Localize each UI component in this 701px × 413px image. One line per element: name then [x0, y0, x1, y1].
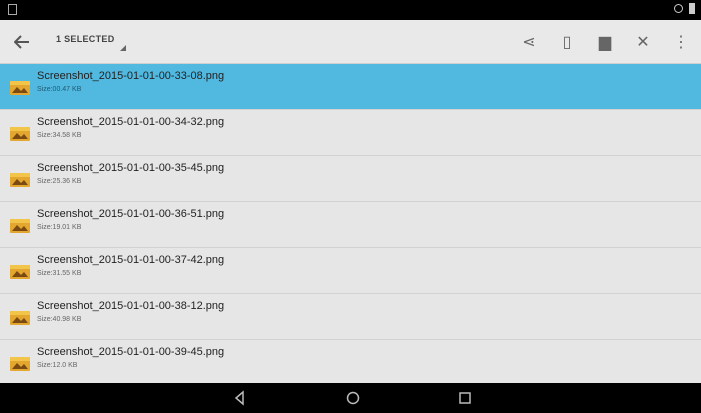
file-name: Screenshot_2015-01-01-00-38-12.png [37, 300, 225, 312]
copy-icon[interactable]: ▯ [555, 28, 579, 56]
file-size: Size:25.36 KB [37, 178, 82, 185]
file-list: Screenshot_2015-01-01-00-33-08.png Size:0… [0, 64, 701, 383]
file-size: Size:40.98 KB [37, 316, 82, 323]
file-row[interactable]: Screenshot_2015-01-01-00-39-45.png Size:1… [0, 340, 701, 383]
arrow-back-icon[interactable] [10, 30, 34, 54]
file-size: Size:12.0 KB [37, 362, 78, 369]
share-icon[interactable]: ⋖ [517, 28, 541, 56]
home-nav-icon[interactable] [345, 390, 361, 406]
file-size: Size:31.55 KB [37, 270, 82, 277]
alarm-icon [674, 4, 683, 13]
dropdown-caret-icon[interactable] [120, 45, 126, 51]
status-bar [0, 0, 701, 20]
selection-count[interactable]: 1 SELECTED [56, 34, 115, 44]
navigation-bar [0, 383, 701, 413]
status-icons [674, 3, 695, 14]
file-size: Size:34.58 KB [37, 132, 82, 139]
delete-icon[interactable]: ▆ [593, 28, 617, 56]
file-name: Screenshot_2015-01-01-00-34-32.png [37, 116, 225, 128]
file-row[interactable]: Screenshot_2015-01-01-00-35-45.png Size:2… [0, 156, 701, 202]
toolbar-actions: ⋖ ▯ ▆ ✕ ⋮ [517, 28, 693, 56]
more-icon[interactable]: ⋮ [669, 28, 693, 56]
image-file-icon [10, 357, 30, 371]
battery-icon [689, 3, 695, 14]
image-file-icon [10, 173, 30, 187]
file-row[interactable]: Screenshot_2015-01-01-00-38-12.png Size:4… [0, 294, 701, 340]
file-row[interactable]: Screenshot_2015-01-01-00-34-32.png Size:3… [0, 110, 701, 156]
image-file-icon [10, 311, 30, 325]
file-name: Screenshot_2015-01-01-00-37-42.png [37, 254, 225, 266]
file-row[interactable]: Screenshot_2015-01-01-00-33-08.png Size:0… [0, 64, 701, 110]
recents-nav-icon[interactable] [457, 390, 473, 406]
file-row[interactable]: Screenshot_2015-01-01-00-37-42.png Size:3… [0, 248, 701, 294]
image-file-icon [10, 265, 30, 279]
file-row[interactable]: Screenshot_2015-01-01-00-36-51.png Size:1… [0, 202, 701, 248]
image-file-icon [10, 219, 30, 233]
file-size: Size:19.01 KB [37, 224, 82, 231]
image-file-icon [10, 81, 30, 95]
action-bar: 1 SELECTED ⋖ ▯ ▆ ✕ ⋮ [0, 20, 701, 64]
file-name: Screenshot_2015-01-01-00-33-08.png [37, 70, 225, 82]
image-file-icon [10, 127, 30, 141]
file-name: Screenshot_2015-01-01-00-39-45.png [37, 346, 225, 358]
cut-icon[interactable]: ✕ [631, 28, 655, 56]
notification-icon [8, 4, 17, 15]
back-nav-icon[interactable] [232, 390, 248, 406]
file-name: Screenshot_2015-01-01-00-36-51.png [37, 208, 225, 220]
file-size: Size:00.47 KB [37, 86, 82, 93]
file-name: Screenshot_2015-01-01-00-35-45.png [37, 162, 225, 174]
